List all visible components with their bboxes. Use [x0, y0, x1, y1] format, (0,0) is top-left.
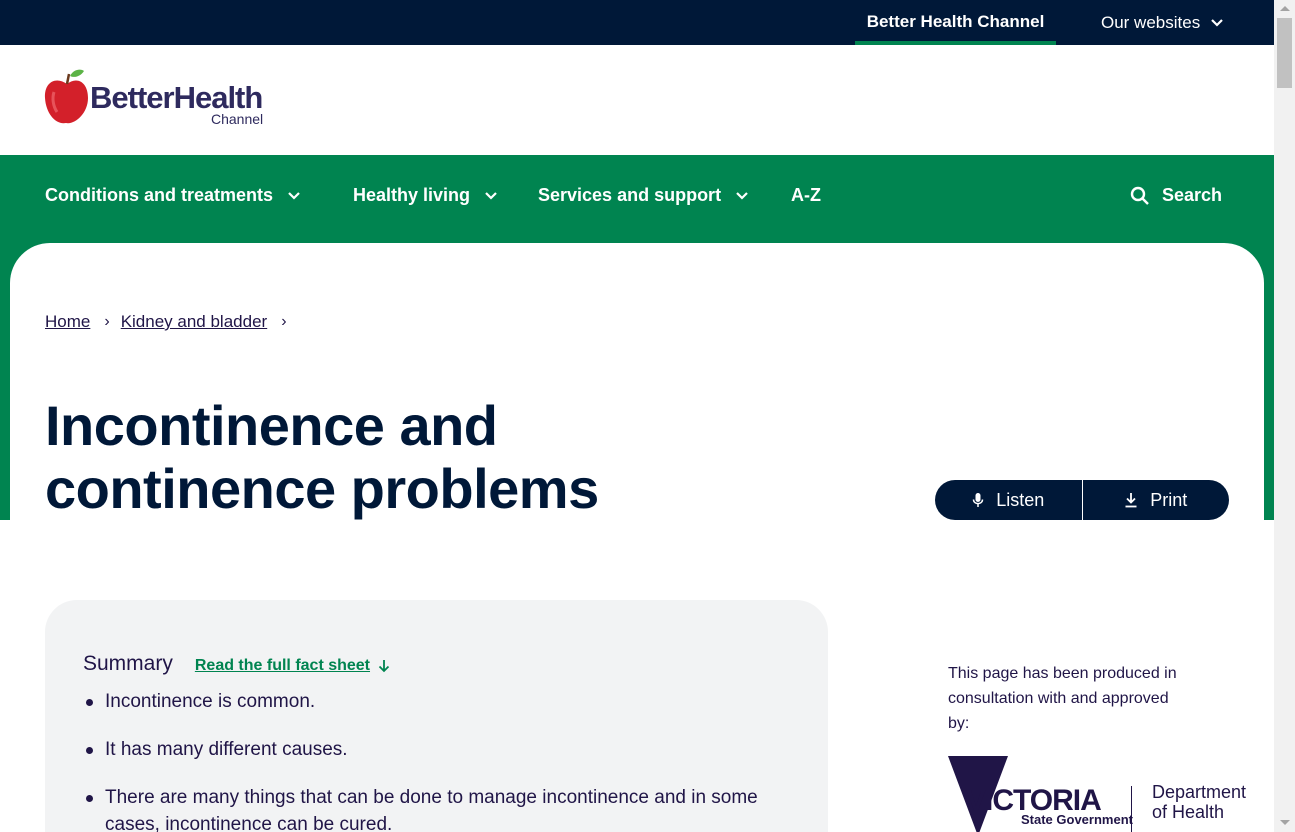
chevron-down-icon: [1211, 18, 1223, 27]
search-label: Search: [1162, 185, 1223, 205]
department-line-2: of Health: [1152, 802, 1225, 822]
page-title: Incontinence and continence problems: [45, 394, 745, 520]
department-line-1: Department: [1152, 782, 1247, 802]
department-name: Department of Health: [1152, 782, 1246, 822]
page-title-line-1: Incontinence and: [45, 394, 498, 457]
summary-box: Summary Read the full fact sheet Inconti…: [45, 600, 828, 832]
nav-conditions-and-treatments[interactable]: Conditions and treatments: [45, 185, 301, 206]
breadcrumb-home-link[interactable]: Home: [45, 312, 90, 332]
better-health-logo[interactable]: BetterHealth Channel: [44, 68, 284, 128]
read-full-label: Read the full fact sheet: [194, 657, 371, 674]
listen-label: Listen: [996, 489, 1045, 510]
apple-logo-icon: [44, 69, 88, 124]
breadcrumb: Home › Kidney and bladder ›: [45, 312, 298, 332]
scrollbar-thumb[interactable]: [1277, 18, 1292, 88]
list-item: It has many different causes.: [86, 736, 805, 763]
search-icon: [1130, 186, 1149, 205]
summary-title: Summary: [83, 652, 173, 675]
arrow-down-icon: [378, 660, 390, 673]
approval-text: This page has been produced in consultat…: [948, 665, 1177, 732]
nav-label: Conditions and treatments: [45, 185, 274, 205]
breadcrumb-kidney-bladder-link[interactable]: Kidney and bladder: [121, 312, 268, 332]
print-label: Print: [1150, 489, 1188, 510]
nav-label: Services and support: [538, 185, 722, 205]
breadcrumb-separator-icon: ›: [281, 313, 287, 330]
list-item: There are many things that can be done t…: [86, 784, 805, 832]
page-title-line-2: continence problems: [45, 457, 599, 520]
read-full-fact-sheet-link[interactable]: Read the full fact sheet: [195, 657, 390, 675]
better-health-channel-link[interactable]: Better Health Channel: [855, 0, 1056, 45]
page-scrollbar[interactable]: [1274, 0, 1295, 832]
breadcrumb-separator-icon: ›: [104, 313, 110, 330]
list-item: Incontinence is common.: [86, 688, 805, 715]
print-button[interactable]: Print: [1083, 480, 1230, 520]
chevron-down-icon: [485, 191, 497, 200]
nav-label: Healthy living: [353, 185, 471, 205]
logo-divider: [1131, 786, 1132, 832]
logo-subtext: Channel: [211, 111, 264, 127]
search-button[interactable]: Search: [1130, 185, 1222, 206]
chevron-down-icon: [288, 191, 300, 200]
chevron-down-icon: [736, 191, 748, 200]
scroll-up-icon[interactable]: [1280, 6, 1290, 11]
scroll-down-icon[interactable]: [1280, 820, 1290, 825]
microphone-icon: [972, 493, 984, 507]
nav-services-and-support[interactable]: Services and support: [538, 185, 749, 206]
nav-healthy-living[interactable]: Healthy living: [353, 185, 498, 206]
top-utility-bar: Better Health Channel Our websites: [0, 0, 1274, 45]
summary-header: Summary Read the full fact sheet: [83, 652, 390, 676]
listen-button[interactable]: Listen: [935, 480, 1082, 520]
our-websites-label: Our websites: [1101, 12, 1201, 32]
nav-a-z[interactable]: A-Z: [791, 185, 821, 206]
download-icon: [1125, 493, 1137, 508]
page-actions: Listen Print: [935, 480, 1229, 520]
nav-label: A-Z: [791, 185, 821, 205]
victoria-department-of-health-logo[interactable]: VICTORIA State Government Department of …: [948, 756, 1268, 832]
our-websites-menu[interactable]: Our websites: [1101, 0, 1224, 45]
victoria-logo-subtext: State Government: [1021, 812, 1133, 827]
summary-list: Incontinence is common. It has many diff…: [86, 688, 805, 832]
